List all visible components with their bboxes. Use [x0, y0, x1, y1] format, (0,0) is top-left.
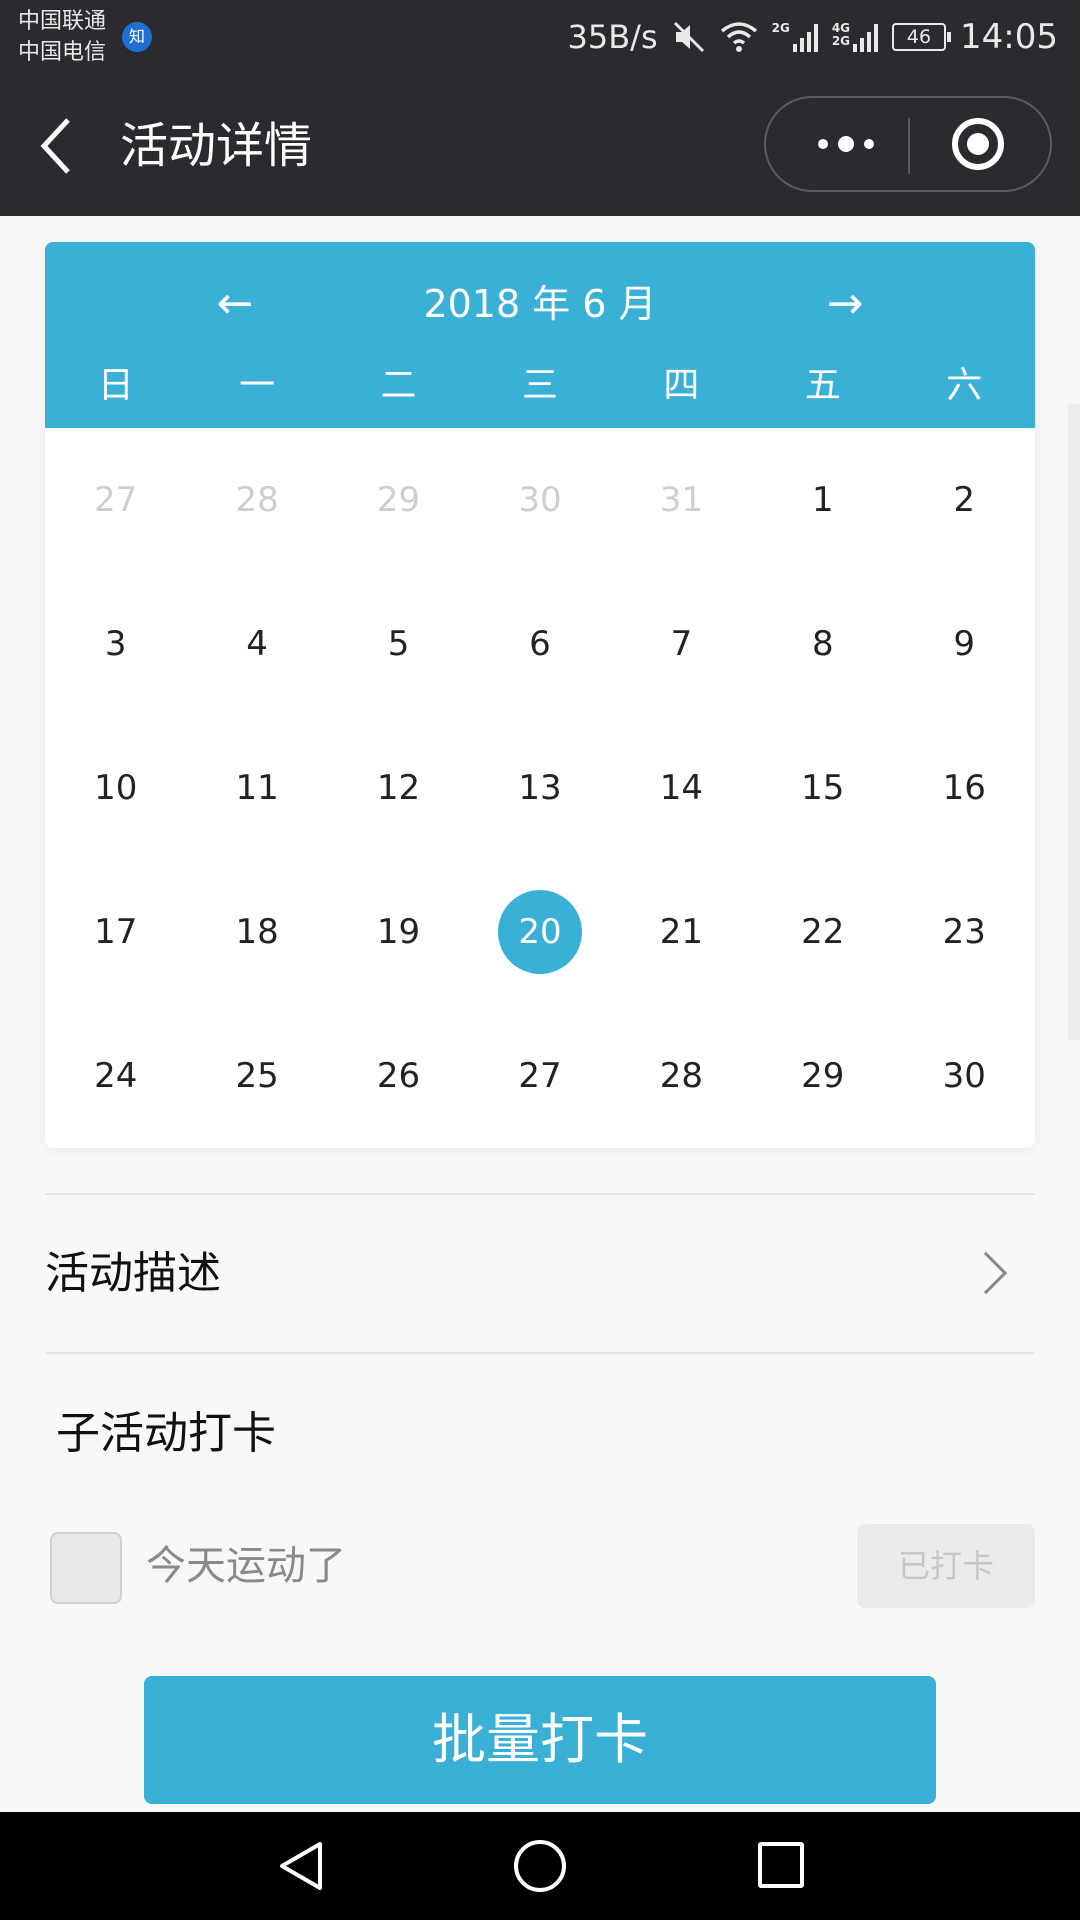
page-title: 活动详情	[120, 118, 313, 174]
day-cell[interactable]: 22	[752, 860, 893, 1004]
miniprogram-capsule	[764, 96, 1052, 192]
day-cell[interactable]: 9	[894, 572, 1035, 716]
checkin-checkbox[interactable]	[50, 1532, 122, 1604]
carrier-2: 中国电信	[18, 40, 107, 65]
day-cell-prev-month[interactable]: 29	[328, 428, 469, 572]
weekday-label: 三	[521, 365, 558, 406]
day-cell[interactable]: 19	[328, 860, 469, 1004]
capsule-divider	[908, 118, 910, 174]
activity-description-row[interactable]: 活动描述	[45, 1196, 1035, 1352]
system-nav-bar	[0, 1812, 1080, 1920]
day-cell[interactable]: 13	[469, 716, 610, 860]
day-cell[interactable]: 24	[45, 1004, 186, 1148]
battery-icon: 46	[892, 23, 952, 51]
day-cell[interactable]: 5	[328, 572, 469, 716]
carrier-1: 中国联通	[18, 9, 107, 34]
day-cell[interactable]: 18	[186, 860, 327, 1004]
chevron-right-icon	[964, 1251, 1008, 1295]
week-row: 10 11 12 13 14 15 16	[45, 716, 1035, 860]
day-cell[interactable]: 11	[186, 716, 327, 860]
checkin-label: 今天运动了	[146, 1543, 346, 1589]
day-cell[interactable]: 14	[611, 716, 752, 860]
day-cell[interactable]: 29	[752, 1004, 893, 1148]
clock: 14:05	[960, 17, 1058, 57]
weekday-label: 五	[804, 365, 841, 406]
week-row: 24 25 26 27 28 29 30	[45, 1004, 1035, 1148]
weekday-label: 四	[663, 365, 700, 406]
wifi-icon	[720, 22, 757, 52]
calendar: ← 2018 年 6 月 → 日 一 二 三 四 五 六 27 28 29 30…	[45, 242, 1035, 1148]
week-row: 27 28 29 30 31 1 2	[45, 428, 1035, 572]
month-label: 2018 年 6 月	[423, 282, 657, 326]
divider	[45, 1352, 1035, 1354]
day-cell[interactable]: 28	[611, 1004, 752, 1148]
day-cell[interactable]: 1	[752, 428, 893, 572]
signal-4g-2g-icon: 4G 2G	[832, 22, 879, 52]
system-back-icon[interactable]	[276, 1840, 328, 1892]
day-cell-prev-month[interactable]: 28	[186, 428, 327, 572]
scrollbar[interactable]	[1068, 404, 1080, 1040]
day-cell[interactable]: 21	[611, 860, 752, 1004]
day-cell[interactable]: 23	[894, 860, 1035, 1004]
day-cell[interactable]: 25	[186, 1004, 327, 1148]
day-cell[interactable]: 2	[894, 428, 1035, 572]
calendar-grid: 27 28 29 30 31 1 2 3 4 5 6 7 8 9 10 11 1…	[45, 428, 1035, 1148]
more-dot-icon	[864, 139, 874, 149]
back-button[interactable]	[36, 114, 86, 178]
day-cell-prev-month[interactable]: 31	[611, 428, 752, 572]
day-cell[interactable]: 4	[186, 572, 327, 716]
weekday-row: 日 一 二 三 四 五 六	[45, 356, 1035, 416]
day-cell-prev-month[interactable]: 27	[45, 428, 186, 572]
more-dot-icon	[818, 139, 828, 149]
day-cell[interactable]: 26	[328, 1004, 469, 1148]
sub-activity-title: 子活动打卡	[56, 1408, 276, 1459]
day-cell[interactable]: 7	[611, 572, 752, 716]
more-dot-icon	[838, 136, 854, 152]
system-home-icon[interactable]	[514, 1840, 566, 1892]
day-cell[interactable]: 16	[894, 716, 1035, 860]
day-cell[interactable]: 6	[469, 572, 610, 716]
close-miniprogram-button[interactable]	[952, 118, 1004, 170]
activity-description-label: 活动描述	[45, 1248, 221, 1299]
divider	[45, 1193, 1035, 1195]
day-cell[interactable]: 10	[45, 716, 186, 860]
signal-2g-icon: 2G	[772, 22, 818, 52]
calendar-header: ← 2018 年 6 月 → 日 一 二 三 四 五 六	[45, 242, 1035, 428]
day-cell-selected[interactable]: 20	[469, 860, 610, 1004]
day-cell[interactable]: 12	[328, 716, 469, 860]
batch-checkin-button[interactable]: 批量打卡	[144, 1676, 936, 1804]
more-button[interactable]	[786, 98, 906, 190]
day-cell[interactable]: 17	[45, 860, 186, 1004]
week-row: 17 18 19 20 21 22 23	[45, 860, 1035, 1004]
zhihu-notification-icon: 知	[122, 22, 152, 52]
checkin-row: 今天运动了 已打卡	[50, 1524, 1035, 1608]
weekday-label: 二	[380, 365, 417, 406]
status-bar: 中国联通 中国电信 知 35B/s 2G 4G 2G 46 14:05	[0, 0, 1080, 74]
mute-icon	[673, 21, 704, 53]
day-cell-prev-month[interactable]: 30	[469, 428, 610, 572]
weekday-label: 一	[239, 365, 276, 406]
week-row: 3 4 5 6 7 8 9	[45, 572, 1035, 716]
day-cell[interactable]: 27	[469, 1004, 610, 1148]
network-speed: 35B/s	[567, 18, 658, 56]
weekday-label: 六	[946, 365, 983, 406]
carrier-info: 中国联通 中国电信	[18, 6, 106, 68]
day-cell[interactable]: 15	[752, 716, 893, 860]
nav-bar: 活动详情	[0, 74, 1080, 216]
day-cell[interactable]: 30	[894, 1004, 1035, 1148]
day-cell[interactable]: 8	[752, 572, 893, 716]
day-cell[interactable]: 3	[45, 572, 186, 716]
weekday-label: 日	[97, 365, 134, 406]
system-recents-icon[interactable]	[758, 1842, 804, 1888]
status-indicators: 35B/s 2G 4G 2G 46 14:05	[567, 12, 1058, 62]
chevron-left-icon	[40, 118, 70, 174]
next-month-button[interactable]: →	[805, 272, 885, 336]
checked-in-button[interactable]: 已打卡	[857, 1524, 1035, 1608]
